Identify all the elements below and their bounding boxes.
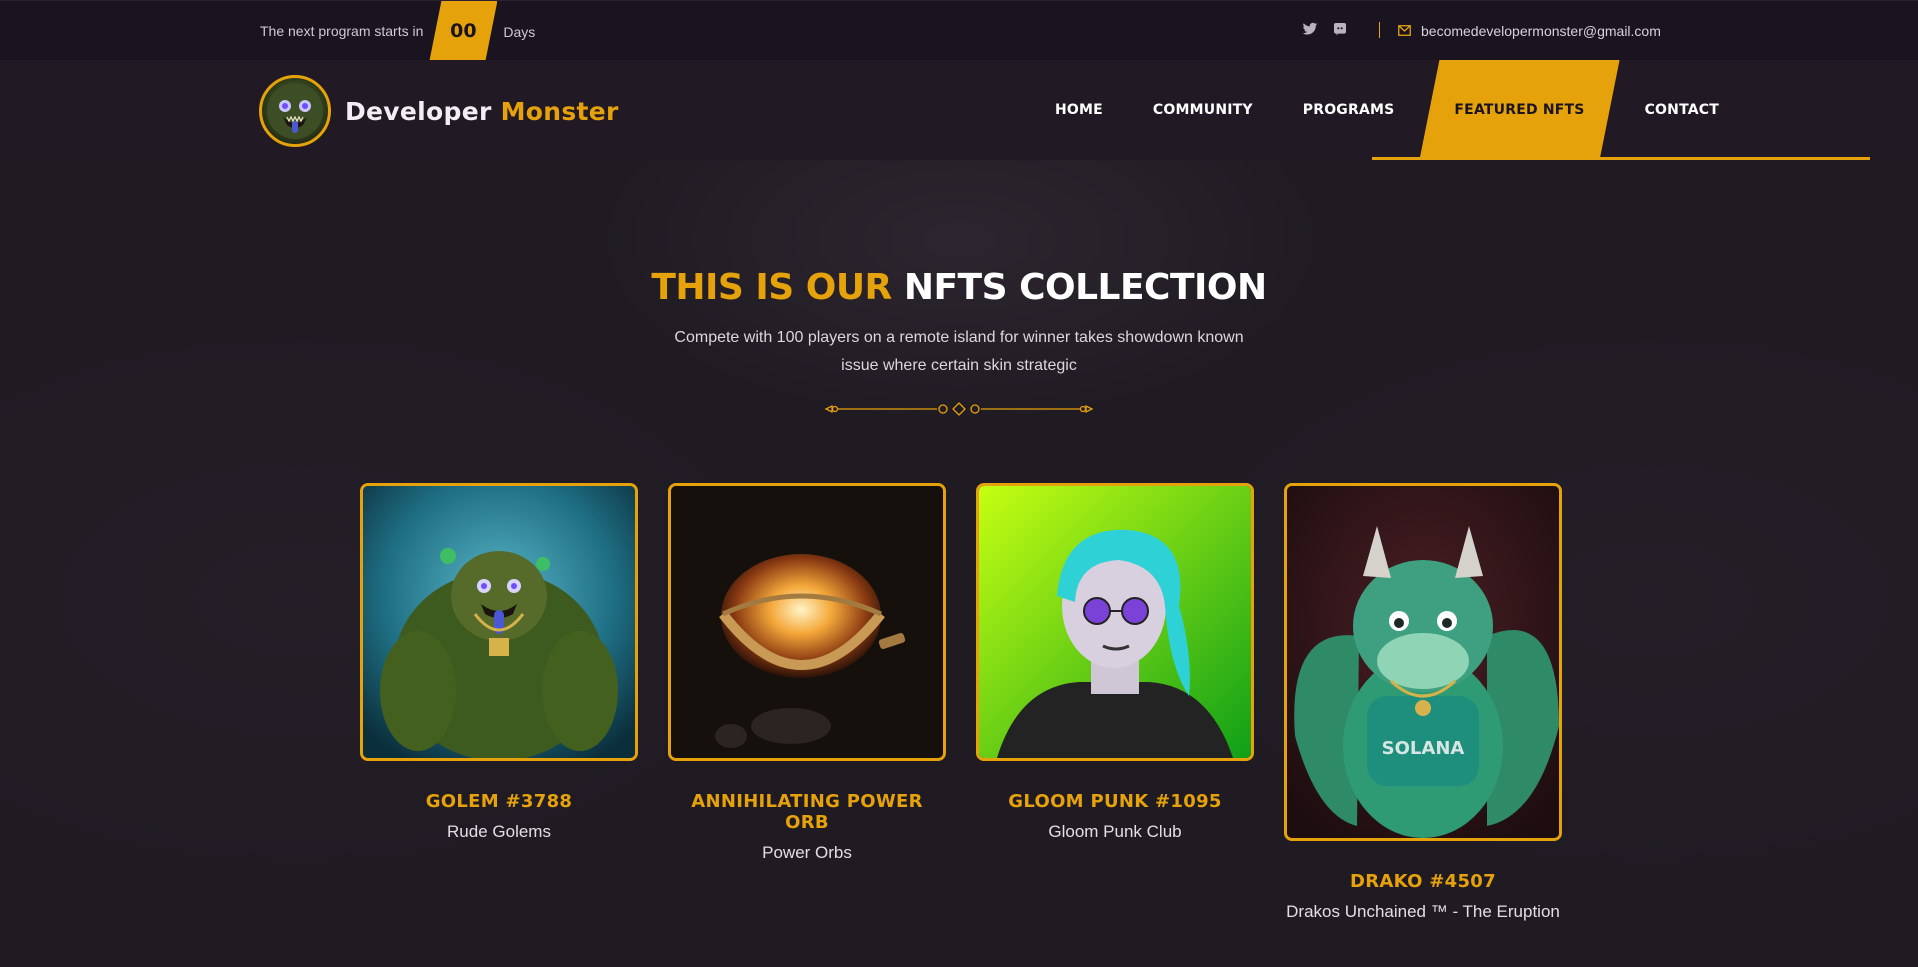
- twitter-icon[interactable]: [1302, 21, 1318, 37]
- nft-collection: Power Orbs: [762, 843, 852, 862]
- nft-name[interactable]: GLOOM PUNK #1095: [976, 791, 1254, 812]
- top-bar: The next program starts in 00 Days becom…: [0, 0, 1918, 60]
- brand-name-part2: Monster: [500, 96, 619, 126]
- section-subtitle: Compete with 100 players on a remote isl…: [674, 329, 1244, 374]
- drako-image[interactable]: SOLANA: [1284, 483, 1562, 841]
- countdown-unit: Days: [503, 24, 536, 40]
- nft-card[interactable]: GOLEM #3788 Rude Golems: [360, 483, 638, 846]
- social-links: [1302, 21, 1348, 37]
- gloom-punk-image[interactable]: [976, 483, 1254, 761]
- brand-name-part1: Developer: [345, 96, 492, 126]
- ornament-divider-icon: [824, 402, 1094, 416]
- section-title: THIS IS OUR NFTS COLLECTION: [0, 267, 1918, 308]
- svg-text:SOLANA: SOLANA: [1382, 738, 1465, 759]
- discord-icon[interactable]: [1332, 21, 1348, 37]
- countdown-value: 00: [429, 1, 497, 61]
- topbar-separator: [1379, 22, 1380, 38]
- section-title-highlight: THIS IS OUR: [651, 267, 892, 308]
- envelope-icon: [1398, 23, 1411, 39]
- main-nav: HOME COMMUNITY PROGRAMS FEATURED NFTS CO…: [1030, 60, 1744, 160]
- site-header: Developer Monster HOME COMMUNITY PROGRAM…: [0, 60, 1918, 160]
- golem-image[interactable]: [360, 483, 638, 761]
- nav-home[interactable]: HOME: [1030, 60, 1128, 160]
- nav-featured-nfts[interactable]: FEATURED NFTS: [1419, 60, 1619, 160]
- nft-name[interactable]: GOLEM #3788: [360, 791, 638, 812]
- nft-card[interactable]: GLOOM PUNK #1095 Gloom Punk Club: [976, 483, 1254, 846]
- section-title-rest: NFTS COLLECTION: [903, 267, 1267, 308]
- nav-community[interactable]: COMMUNITY: [1128, 60, 1278, 160]
- brand-name: Developer Monster: [345, 97, 619, 126]
- nft-card[interactable]: SOLANA DRAKO #4507 Drakos Unchained ™ - …: [1284, 483, 1562, 926]
- collection-heading: THIS IS OUR NFTS COLLECTION Compete with…: [0, 267, 1918, 416]
- countdown: The next program starts in 00 Days: [260, 1, 535, 61]
- brand-logo[interactable]: Developer Monster: [259, 75, 619, 147]
- nav-underline: [1372, 157, 1870, 160]
- nav-programs[interactable]: PROGRAMS: [1278, 60, 1420, 160]
- nft-collection: Gloom Punk Club: [1048, 822, 1182, 841]
- nft-card[interactable]: ANNIHILATING POWER ORB Power Orbs: [668, 483, 946, 867]
- email-contact[interactable]: becomedevelopermonster@gmail.com: [1398, 1, 1661, 61]
- monster-logo-icon: [259, 75, 331, 147]
- email-address[interactable]: becomedevelopermonster@gmail.com: [1421, 23, 1661, 39]
- nft-collection: Rude Golems: [447, 822, 551, 841]
- nft-name[interactable]: DRAKO #4507: [1284, 871, 1562, 892]
- nft-name[interactable]: ANNIHILATING POWER ORB: [668, 791, 946, 833]
- nav-contact[interactable]: CONTACT: [1620, 60, 1744, 160]
- nft-collection: Drakos Unchained ™ - The Eruption: [1286, 902, 1560, 921]
- countdown-label: The next program starts in: [260, 23, 424, 39]
- power-orb-image[interactable]: [668, 483, 946, 761]
